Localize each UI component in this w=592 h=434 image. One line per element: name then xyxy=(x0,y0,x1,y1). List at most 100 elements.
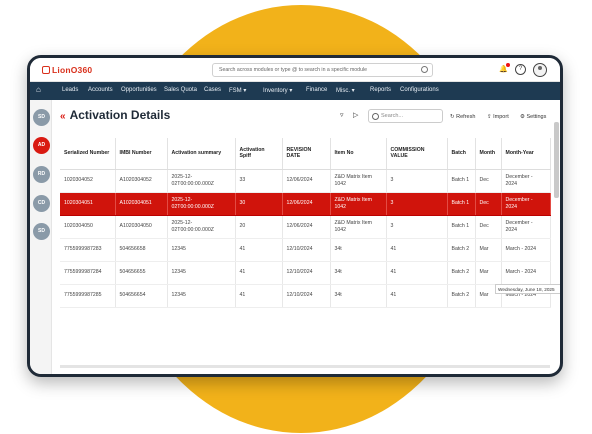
nav-sales-quota[interactable]: Sales Quota xyxy=(164,87,197,93)
nav-finance[interactable]: Finance xyxy=(306,87,327,93)
col-item-no[interactable]: Item No xyxy=(330,138,387,170)
table-cell: 7755999987284 xyxy=(60,261,116,285)
table-row[interactable]: 7755999987283 504656658 12345 41 12/10/2024 3… xyxy=(60,238,551,262)
user-avatar[interactable] xyxy=(533,63,547,77)
global-search-input[interactable]: Search across modules or type @ to searc… xyxy=(212,63,433,77)
home-icon[interactable]: ⌂ xyxy=(36,85,41,94)
badge-ad[interactable]: AD xyxy=(33,137,50,154)
col-month[interactable]: Month xyxy=(475,138,502,170)
settings-label: Settings xyxy=(526,114,547,120)
table-cell: 12/10/2024 xyxy=(282,261,331,285)
side-badge-column: SD AD RD CD SD xyxy=(30,100,52,374)
table-row[interactable]: 1020304052 A1020304052 2025-12-02T00:00:00… xyxy=(60,169,551,193)
badge-sd[interactable]: SD xyxy=(33,109,50,126)
col-batch[interactable]: Batch xyxy=(447,138,476,170)
badge-rd[interactable]: RD xyxy=(33,166,50,183)
table-cell: 12345 xyxy=(167,238,236,262)
table-row[interactable]: 1020304051 A1020304051 2025-12-02T00:00:00… xyxy=(60,192,551,216)
notification-dot xyxy=(506,63,510,67)
table-cell: Batch 2 xyxy=(447,261,476,285)
table-cell: 12/06/2024 xyxy=(282,192,331,216)
table-cell: Batch 2 xyxy=(447,238,476,262)
table-cell: 12345 xyxy=(167,284,236,308)
table-cell: A1020304052 xyxy=(115,169,168,193)
table-cell: Dec xyxy=(475,215,502,239)
top-bar: LionO360 Search across modules or type @… xyxy=(30,58,560,82)
nav-fsm[interactable]: FSM ▾ xyxy=(229,87,246,94)
nav-opportunities[interactable]: Opportunities xyxy=(121,87,157,93)
table-cell: 504656655 xyxy=(115,261,168,285)
table-cell: 30 xyxy=(235,192,283,216)
table-search-placeholder: Search... xyxy=(381,113,404,119)
nav-misc[interactable]: Misc. ▾ xyxy=(336,87,355,94)
notification-bell-icon[interactable]: 🔔 xyxy=(498,63,510,75)
import-button[interactable]: ⇪ Import xyxy=(487,114,509,120)
nav-accounts[interactable]: Accounts xyxy=(88,87,113,93)
col-imbi-number[interactable]: IMBI Number xyxy=(115,138,168,170)
col-commission-value[interactable]: COMMISSION VALUE xyxy=(386,138,448,170)
table-cell: 12/10/2024 xyxy=(282,284,331,308)
table-cell: March - 2024 xyxy=(501,238,551,262)
table-cell: Z&D Matrix Item 1042 xyxy=(330,192,387,216)
table-cell: Batch 1 xyxy=(447,169,476,193)
col-revision-date[interactable]: REVISION DATE xyxy=(282,138,331,170)
table-cell: 3 xyxy=(386,215,448,239)
table-cell: 41 xyxy=(235,284,283,308)
table-header-row: Serialized Number IMBI Number Activation… xyxy=(60,138,551,170)
table-cell: 34t xyxy=(330,261,387,285)
table-cell: 2025-12-02T00:00:00.000Z xyxy=(167,192,236,216)
nav-leads[interactable]: Leads xyxy=(62,87,78,93)
badge-cd[interactable]: CD xyxy=(33,195,50,212)
table-cell: March - 2024 xyxy=(501,261,551,285)
col-serialized-number[interactable]: Serialized Number xyxy=(60,138,116,170)
back-chevron-icon[interactable]: « xyxy=(60,111,66,122)
table-cell: 1020304050 xyxy=(60,215,116,239)
table-cell: 33 xyxy=(235,169,283,193)
table-cell: 1020304051 xyxy=(60,192,116,216)
table-cell: 41 xyxy=(386,261,448,285)
table-cell: 41 xyxy=(386,284,448,308)
table-cell: Dec xyxy=(475,192,502,216)
table-cell: 504656654 xyxy=(115,284,168,308)
table-cell: Batch 1 xyxy=(447,215,476,239)
page-title: «Activation Details xyxy=(60,108,170,122)
vertical-scrollbar[interactable] xyxy=(554,122,559,198)
table-cell: 41 xyxy=(235,261,283,285)
page-title-text: Activation Details xyxy=(69,108,171,122)
col-activation-spiff[interactable]: Activation Spiff xyxy=(235,138,283,170)
table-cell: A1020304050 xyxy=(115,215,168,239)
date-tooltip: Wednesday, June 18, 2025 xyxy=(495,284,560,294)
table-cell: 1020304052 xyxy=(60,169,116,193)
nav-inventory[interactable]: Inventory ▾ xyxy=(263,87,292,94)
col-month-year[interactable]: Month-Year xyxy=(501,138,551,170)
table-cell: Mar xyxy=(475,238,502,262)
app-logo[interactable]: LionO360 xyxy=(42,65,92,75)
stage: LionO360 Search across modules or type @… xyxy=(0,0,592,434)
table-cell: 3 xyxy=(386,192,448,216)
filter-icon[interactable]: ▿ xyxy=(340,111,344,119)
table-cell: 41 xyxy=(235,238,283,262)
table-cell: 7755999987285 xyxy=(60,284,116,308)
help-icon[interactable]: ? xyxy=(515,64,526,75)
table-cell: Z&D Matrix Item 1042 xyxy=(330,169,387,193)
table-row[interactable]: 1020304050 A1020304050 2025-12-02T00:00:00… xyxy=(60,215,551,239)
table-row[interactable]: 7755999987284 504656655 12345 41 12/10/2024 3… xyxy=(60,261,551,285)
nav-configurations[interactable]: Configurations xyxy=(400,87,439,93)
clear-icon[interactable] xyxy=(421,66,428,73)
refresh-button[interactable]: ↻ Refresh xyxy=(450,114,475,120)
table-cell: 41 xyxy=(386,238,448,262)
table-search-input[interactable]: Search... xyxy=(368,109,443,123)
table-cell: 7755999987283 xyxy=(60,238,116,262)
table-cell: Batch 2 xyxy=(447,284,476,308)
settings-button[interactable]: ⚙ Settings xyxy=(520,114,546,120)
col-activation-summary[interactable]: Activation summary xyxy=(167,138,236,170)
table-row[interactable]: 7755999987285 504656654 12345 41 12/10/2024 3… xyxy=(60,284,551,308)
tag-icon[interactable]: ▷ xyxy=(353,111,358,119)
table-cell: 504656658 xyxy=(115,238,168,262)
nav-cases[interactable]: Cases xyxy=(204,87,221,93)
table-cell: 34t xyxy=(330,238,387,262)
badge-sd-2[interactable]: SD xyxy=(33,223,50,240)
nav-reports[interactable]: Reports xyxy=(370,87,391,93)
horizontal-scrollbar[interactable] xyxy=(60,365,550,368)
lion-logo-icon xyxy=(42,66,50,74)
